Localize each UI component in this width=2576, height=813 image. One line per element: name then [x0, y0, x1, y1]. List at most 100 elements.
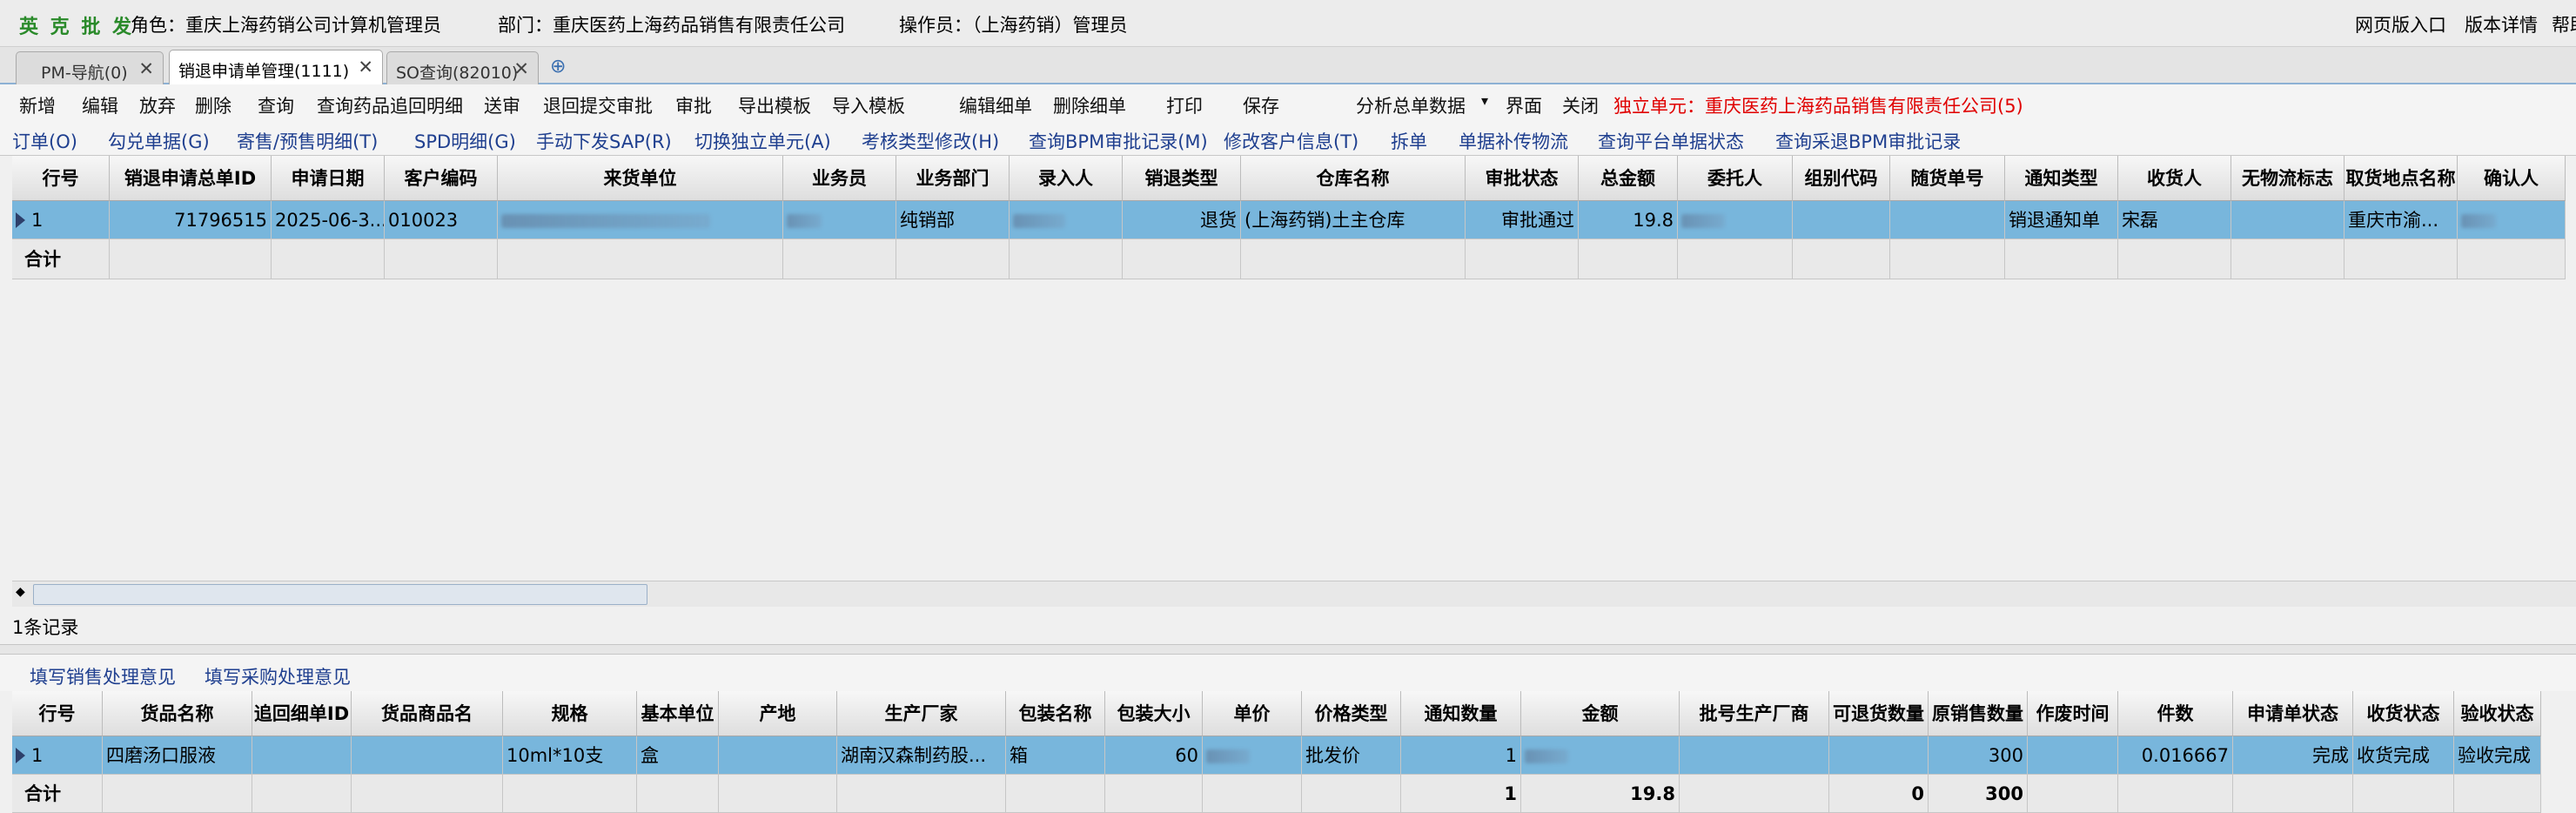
table-cell[interactable]: 验收完成: [2454, 736, 2541, 775]
table-cell[interactable]: [252, 736, 352, 775]
purchase-opinion-link[interactable]: 填写采购处理意见: [205, 663, 351, 689]
toolbar-link[interactable]: 订单(O): [12, 128, 77, 154]
column-header[interactable]: 货品商品名: [352, 691, 503, 736]
toolbar-button[interactable]: 查询药品追回明细: [317, 92, 463, 118]
table-cell[interactable]: 完成: [2233, 736, 2353, 775]
tab-so-query[interactable]: SO查询(82010) ✕: [386, 51, 539, 84]
sales-opinion-link[interactable]: 填写销售处理意见: [30, 663, 176, 689]
horizontal-scrollbar[interactable]: ◆: [12, 581, 2576, 607]
toolbar-link[interactable]: 手动下发SAP(R): [536, 128, 672, 154]
column-header[interactable]: 总金额: [1579, 156, 1678, 201]
toolbar-button[interactable]: 关闭: [1562, 92, 1599, 118]
table-cell[interactable]: 审批通过: [1466, 201, 1579, 239]
column-header[interactable]: 仓库名称: [1241, 156, 1466, 201]
toolbar-link[interactable]: 切换独立单元(A): [694, 128, 831, 154]
toolbar-button[interactable]: 退回提交审批: [543, 92, 653, 118]
tab-pm-nav[interactable]: PM-导航(0) ✕: [16, 51, 164, 84]
toolbar-link[interactable]: SPD明细(G): [414, 128, 516, 154]
column-header[interactable]: 件数: [2118, 691, 2233, 736]
toolbar-button[interactable]: 界面: [1506, 92, 1542, 118]
column-header[interactable]: 价格类型: [1302, 691, 1401, 736]
table-cell[interactable]: [1203, 736, 1302, 775]
table-cell[interactable]: 2025-06-3...: [272, 201, 385, 239]
table-cell[interactable]: 销退通知单: [2005, 201, 2118, 239]
toolbar-link[interactable]: 查询平台单据状态: [1598, 128, 1744, 154]
toolbar-link[interactable]: 勾兑单据(G): [108, 128, 210, 154]
table-cell[interactable]: [783, 201, 896, 239]
toolbar-button[interactable]: 送审: [484, 92, 520, 118]
column-header[interactable]: 包装大小: [1105, 691, 1203, 736]
column-header[interactable]: 取货地点名称: [2345, 156, 2458, 201]
table-cell[interactable]: [1678, 201, 1793, 239]
close-icon[interactable]: ✕: [358, 57, 373, 77]
table-cell[interactable]: [498, 201, 783, 239]
column-header[interactable]: 基本单位: [637, 691, 719, 736]
column-header[interactable]: 通知数量: [1401, 691, 1521, 736]
toolbar-link[interactable]: 查询BPM审批记录(M): [1029, 128, 1208, 154]
table-cell[interactable]: [719, 736, 837, 775]
column-header[interactable]: 业务员: [783, 156, 896, 201]
table-cell[interactable]: [2231, 201, 2345, 239]
table-cell[interactable]: [1793, 201, 1890, 239]
table-cell[interactable]: (上海药销)土主仓库: [1241, 201, 1466, 239]
toolbar-button[interactable]: 编辑: [82, 92, 118, 118]
toolbar-button[interactable]: 打印: [1166, 92, 1203, 118]
web-entry-link[interactable]: 网页版入口: [2355, 11, 2446, 37]
table-cell[interactable]: [1521, 736, 1680, 775]
column-header[interactable]: 录入人: [1010, 156, 1123, 201]
column-header[interactable]: 作废时间: [2028, 691, 2118, 736]
column-header[interactable]: 货品名称: [103, 691, 252, 736]
toolbar-link[interactable]: 查询采退BPM审批记录: [1775, 128, 1961, 154]
column-header[interactable]: 包装名称: [1006, 691, 1105, 736]
table-cell[interactable]: 重庆市渝...: [2345, 201, 2458, 239]
dropdown-arrow-icon[interactable]: ▾: [1481, 92, 1488, 109]
toolbar-link[interactable]: 寄售/预售明细(T): [237, 128, 378, 154]
column-header[interactable]: 可退货数量: [1829, 691, 1929, 736]
table-cell[interactable]: 收货完成: [2353, 736, 2454, 775]
table-cell[interactable]: 批发价: [1302, 736, 1401, 775]
column-header[interactable]: 行号: [12, 156, 110, 201]
column-header[interactable]: 确认人: [2458, 156, 2566, 201]
column-header[interactable]: 追回细单ID: [252, 691, 352, 736]
toolbar-button[interactable]: 审批: [675, 92, 712, 118]
help-link[interactable]: 帮助: [2552, 11, 2576, 37]
table-cell[interactable]: [2458, 201, 2566, 239]
toolbar-button[interactable]: 新增: [19, 92, 56, 118]
column-header[interactable]: 组别代码: [1793, 156, 1890, 201]
toolbar-button[interactable]: 编辑细单: [959, 92, 1032, 118]
table-cell[interactable]: 19.8: [1579, 201, 1678, 239]
add-tab-icon[interactable]: ⊕: [550, 56, 566, 77]
toolbar-button[interactable]: 查询: [258, 92, 294, 118]
version-details-link[interactable]: 版本详情: [2465, 11, 2538, 37]
column-header[interactable]: 金额: [1521, 691, 1680, 736]
table-cell[interactable]: 宋磊: [2118, 201, 2231, 239]
table-cell[interactable]: 300: [1929, 736, 2028, 775]
table-cell[interactable]: 湖南汉森制药股...: [837, 736, 1006, 775]
toolbar-button[interactable]: 放弃: [139, 92, 176, 118]
column-header[interactable]: 单价: [1203, 691, 1302, 736]
column-header[interactable]: 审批状态: [1466, 156, 1579, 201]
column-header[interactable]: 委托人: [1678, 156, 1793, 201]
toolbar-link[interactable]: 考核类型修改(H): [862, 128, 999, 154]
column-header[interactable]: 申请单状态: [2233, 691, 2353, 736]
column-header[interactable]: 生产厂家: [837, 691, 1006, 736]
table-cell[interactable]: 1: [12, 736, 103, 775]
table-cell[interactable]: [1829, 736, 1929, 775]
toolbar-link[interactable]: 修改客户信息(T): [1224, 128, 1358, 154]
column-header[interactable]: 收货人: [2118, 156, 2231, 201]
column-header[interactable]: 收货状态: [2353, 691, 2454, 736]
table-cell[interactable]: 箱: [1006, 736, 1105, 775]
column-header[interactable]: 随货单号: [1890, 156, 2005, 201]
table-cell[interactable]: 60: [1105, 736, 1203, 775]
toolbar-button[interactable]: 导入模板: [832, 92, 905, 118]
column-header[interactable]: 业务部门: [896, 156, 1010, 201]
table-cell[interactable]: [352, 736, 503, 775]
table-cell[interactable]: 1: [12, 201, 110, 239]
column-header[interactable]: 验收状态: [2454, 691, 2541, 736]
column-header[interactable]: 销退类型: [1123, 156, 1241, 201]
toolbar-link[interactable]: 拆单: [1391, 128, 1427, 154]
table-cell[interactable]: 1: [1401, 736, 1521, 775]
table-cell[interactable]: 71796515: [110, 201, 272, 239]
toolbar-button[interactable]: 导出模板: [738, 92, 811, 118]
column-header[interactable]: 无物流标志: [2231, 156, 2345, 201]
